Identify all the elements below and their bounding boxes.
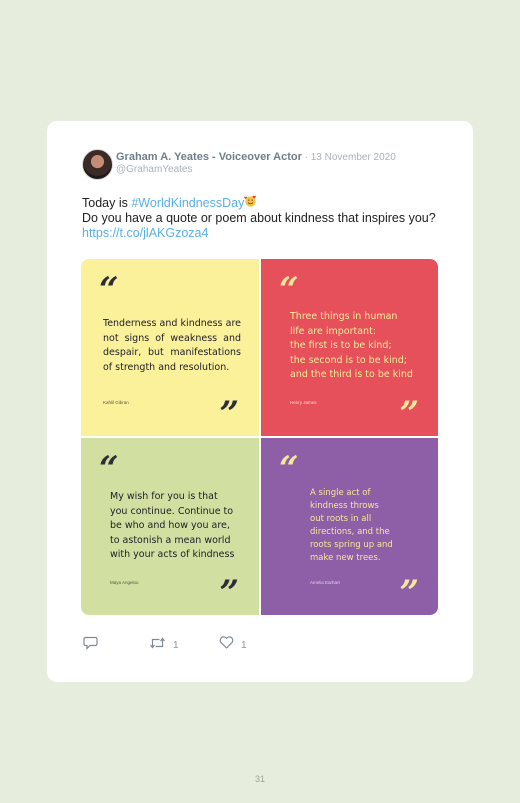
quote-line: life are important: [290, 325, 377, 337]
media-link[interactable]: https://t.co/jlAKGzoza4 [82, 226, 208, 240]
quote-text: Three things in human life are important… [290, 310, 420, 383]
hashtag-link[interactable]: #WorldKindnessDay [131, 196, 244, 210]
quote-line: A single act of [310, 488, 371, 498]
date-separator: · [301, 152, 311, 163]
quote-panel-2[interactable]: “ Three things in human life are importa… [261, 259, 438, 436]
tweet-text: Today is #WorldKindnessDay Do you have a… [82, 195, 442, 241]
quote-text: My wish for you is that you continue. Co… [110, 490, 238, 563]
quote-panel-3[interactable]: “ My wish for you is that you continue. … [81, 438, 259, 615]
quote-attribution: Henry James [290, 400, 317, 405]
quote-line: to astonish a mean world [110, 534, 231, 546]
quote-image-grid[interactable]: “ Tenderness and kindness are not signs … [81, 259, 438, 615]
avatar[interactable] [82, 149, 113, 180]
tweet-card: Graham A. Yeates - Voiceover Actor · 13 … [47, 121, 473, 682]
quote-line: the second is to be kind; [290, 354, 407, 366]
open-quote-icon: “ [99, 449, 119, 489]
quote-text: A single act of kindness throws out root… [310, 487, 400, 565]
tweet-date[interactable]: 13 November 2020 [311, 152, 396, 163]
quote-line: out roots in all [310, 514, 372, 524]
quote-attribution: Kahlil Gibran [103, 400, 129, 405]
retweet-button[interactable]: 1 [149, 636, 179, 655]
tweet-actions: 1 1 [83, 636, 443, 656]
quote-line: the first is to be kind; [290, 340, 392, 351]
quote-line: make new trees. [310, 553, 381, 563]
open-quote-icon: “ [279, 270, 299, 310]
reply-icon [83, 636, 98, 655]
quote-line: My wish for you is that [110, 491, 218, 502]
retweet-icon [149, 636, 166, 655]
like-count: 1 [241, 639, 247, 651]
like-button[interactable]: 1 [219, 636, 247, 654]
quote-line: roots spring up and [310, 540, 393, 550]
retweet-count: 1 [173, 640, 179, 651]
smiling-face-with-hearts-icon [244, 195, 257, 211]
quote-panel-1[interactable]: “ Tenderness and kindness are not signs … [81, 259, 259, 436]
quote-line: kindness throws [310, 501, 379, 511]
quote-text: Tenderness and kindness are not signs of… [103, 318, 241, 373]
quote-line: Three things in human [290, 311, 398, 322]
close-quote-icon: ” [219, 394, 239, 434]
close-quote-icon: ” [399, 394, 419, 434]
open-quote-icon: “ [279, 449, 299, 489]
page-number: 31 [254, 774, 265, 784]
reply-button[interactable] [83, 636, 98, 655]
quote-line: and the third is to be kind [290, 369, 413, 380]
close-quote-icon: ” [399, 573, 419, 613]
quote-attribution: Maya Angelou [110, 580, 139, 585]
quote-line: be who and how you are, [110, 520, 230, 531]
open-quote-icon: “ [99, 270, 119, 310]
tweet-text-question: Do you have a quote or poem about kindne… [82, 211, 436, 225]
user-handle[interactable]: @GrahamYeates [116, 164, 193, 175]
quote-attribution: Amelia Earhart [310, 580, 340, 585]
display-name[interactable]: Graham A. Yeates - Voiceover Actor [116, 151, 302, 163]
quote-line: directions, and the [310, 527, 390, 537]
tweet-text-intro: Today is [82, 196, 132, 210]
heart-icon [219, 636, 234, 654]
quote-line: you continue. Continue to [110, 505, 234, 517]
close-quote-icon: ” [219, 573, 239, 613]
quote-panel-4[interactable]: “ A single act of kindness throws out ro… [261, 438, 438, 615]
quote-line: with your acts of kindness [110, 549, 235, 560]
tweet-header: Graham A. Yeates - Voiceover Actor · 13 … [116, 151, 456, 164]
